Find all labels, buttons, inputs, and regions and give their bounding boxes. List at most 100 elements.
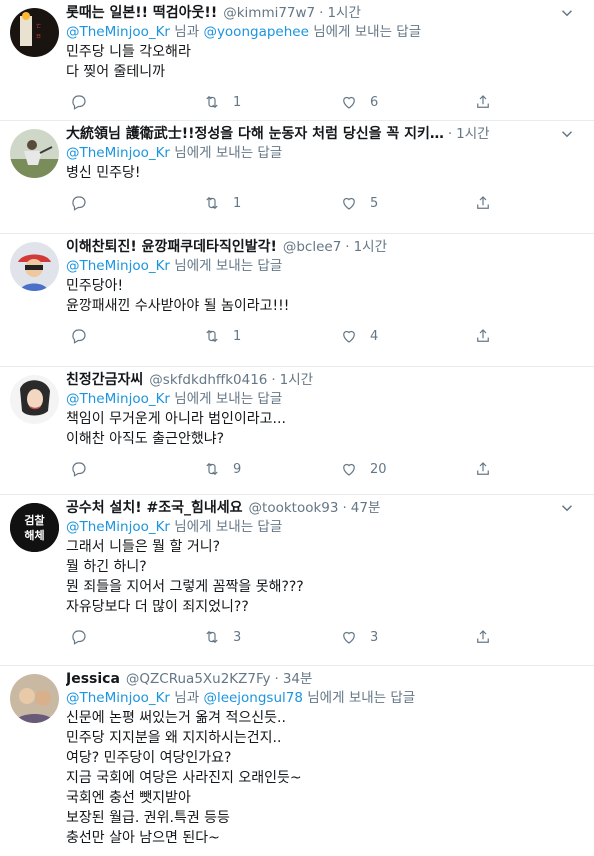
- user-handle[interactable]: @tooktook93: [249, 499, 339, 517]
- share-button[interactable]: [474, 627, 492, 647]
- tweet-line: 신문에 논평 써있는거 옮겨 적으신듯..: [66, 710, 286, 726]
- tweet-text: 그래서 니들은 뭘 할 거니? 뭘 하긴 하니? 뭔 죄들을 지어서 그렇게 꼼…: [66, 537, 582, 617]
- chevron-down-icon[interactable]: [558, 125, 576, 143]
- like-button[interactable]: 5: [340, 193, 378, 213]
- tweet-line: 여당? 민주당이 여당인가요?: [66, 750, 232, 766]
- share-button[interactable]: [474, 326, 492, 346]
- share-icon: [477, 462, 489, 475]
- mention-link[interactable]: @TheMinjoo_Kr: [66, 24, 170, 40]
- reply-suffix: 님에게 보내는 답글: [174, 258, 283, 274]
- retweet-count: 1: [233, 94, 242, 110]
- mention-link[interactable]: @TheMinjoo_Kr: [66, 258, 170, 274]
- heart-icon: [343, 631, 355, 644]
- display-name[interactable]: Jessica: [66, 670, 120, 688]
- share-button[interactable]: [474, 193, 492, 213]
- reply-suffix: 님에게 보내는 답글: [174, 391, 283, 407]
- tweet-item[interactable]: Jessica @QZCRua5Xu2KZ7Fy · 34분 @TheMinjo…: [0, 666, 594, 856]
- retweet-button[interactable]: 1: [203, 326, 241, 346]
- reply-suffix: 님에게 보내는 답글: [174, 519, 283, 535]
- like-button[interactable]: 20: [340, 459, 387, 479]
- separator-dot: ·: [274, 671, 279, 687]
- tweet-header: Jessica @QZCRua5Xu2KZ7Fy · 34분: [66, 666, 556, 688]
- tweet-item[interactable]: 이해찬퇴진! 윤깡패쿠데타직인발각! @bclee7 · 1시간 @TheMin…: [0, 234, 594, 367]
- tweet-line: 보장된 월급. 권위.특권 등등: [66, 810, 230, 826]
- retweet-button[interactable]: 1: [203, 92, 241, 112]
- reply-suffix: 님에게 보내는 답글: [313, 24, 422, 40]
- user-handle[interactable]: @QZCRua5Xu2KZ7Fy: [126, 670, 271, 688]
- retweet-button[interactable]: 3: [203, 627, 241, 647]
- reply-button[interactable]: [70, 459, 100, 479]
- tweet-text: 신문에 논평 써있는거 옮겨 적으신듯.. 민주당 지지분을 왜 지지하시는건지…: [66, 708, 582, 848]
- display-name[interactable]: 친정간금자씨: [66, 371, 143, 389]
- like-button[interactable]: 6: [340, 92, 378, 112]
- mention-link[interactable]: @TheMinjoo_Kr: [66, 391, 170, 407]
- tweet-header: 이해찬퇴진! 윤깡패쿠데타직인발각! @bclee7 · 1시간: [66, 234, 556, 256]
- timestamp[interactable]: 34분: [283, 670, 313, 688]
- tweet-header: 친정간금자씨 @skfdkdhffk0416 · 1시간: [66, 367, 556, 389]
- chevron-down-icon[interactable]: [558, 499, 576, 517]
- timestamp[interactable]: 1시간: [456, 125, 489, 143]
- like-count: 4: [370, 328, 379, 344]
- mention-link[interactable]: @TheMinjoo_Kr: [66, 145, 170, 161]
- reply-context: @TheMinjoo_Kr 님에게 보내는 답글: [66, 517, 582, 537]
- tweet-line: 민주당아!: [66, 278, 124, 294]
- reply-suffix: 님에게 보내는 답글: [307, 690, 416, 706]
- reply-icon: [72, 95, 86, 110]
- tweet-line: 병신 민주당!: [66, 165, 141, 181]
- avatar[interactable]: [10, 242, 59, 291]
- reply-icon: [72, 630, 86, 645]
- reply-context: @TheMinjoo_Kr 님과 @leejongsul78 님에게 보내는 답…: [66, 688, 582, 708]
- tweet-item[interactable]: 친정간금자씨 @skfdkdhffk0416 · 1시간 @TheMinjoo_…: [0, 367, 594, 495]
- tweet-line: 민주당 지지분을 왜 지지하시는건지..: [66, 730, 282, 746]
- timestamp[interactable]: 1시간: [327, 4, 360, 22]
- mention-link[interactable]: @yoongapehee: [203, 24, 308, 40]
- tweet-actions: 1 4: [66, 320, 582, 356]
- reply-button[interactable]: [70, 326, 100, 346]
- retweet-button[interactable]: 1: [203, 193, 241, 213]
- tweet-feed: 亡日 롯때는 일본!! 떡검아웃!! @kimmi77w7 · 1시간 @The…: [0, 0, 594, 856]
- like-count: 5: [370, 195, 379, 211]
- avatar[interactable]: 亡日: [10, 8, 59, 57]
- avatar[interactable]: [10, 674, 59, 723]
- retweet-icon: [206, 462, 218, 476]
- tweet-line: 뭘 하긴 하니?: [66, 559, 147, 575]
- tweet-actions: 1 6: [66, 86, 582, 122]
- timestamp[interactable]: 1시간: [280, 371, 313, 389]
- reply-button[interactable]: [70, 193, 100, 213]
- retweet-button[interactable]: 9: [203, 459, 241, 479]
- display-name[interactable]: 이해찬퇴진! 윤깡패쿠데타직인발각!: [66, 238, 277, 256]
- like-count: 20: [370, 461, 387, 477]
- mention-link[interactable]: @TheMinjoo_Kr: [66, 519, 170, 535]
- like-button[interactable]: 3: [340, 627, 378, 647]
- tweet-item[interactable]: 검찰 해체 공수처 설치! #조국_힘내세요 @tooktook93 · 47분…: [0, 495, 594, 666]
- share-icon: [477, 329, 489, 342]
- reply-button[interactable]: [70, 627, 100, 647]
- avatar[interactable]: [10, 129, 59, 178]
- tweet-line: 국회엔 충선 뺏지받아: [66, 790, 191, 806]
- timestamp[interactable]: 47분: [351, 499, 381, 517]
- reply-button[interactable]: [70, 92, 100, 112]
- tweet-item[interactable]: 大統領님 護衛武士!!정성을 다해 눈동자 처럼 당신을 꼭 지키… · 1시간…: [0, 121, 594, 234]
- chevron-down-icon[interactable]: [558, 4, 576, 22]
- display-name[interactable]: 공수처 설치! #조국_힘내세요: [66, 499, 243, 517]
- avatar[interactable]: [10, 375, 59, 424]
- share-button[interactable]: [474, 92, 492, 112]
- share-button[interactable]: [474, 459, 492, 479]
- user-handle[interactable]: @skfdkdhffk0416: [149, 371, 267, 389]
- tweet-header: 大統領님 護衛武士!!정성을 다해 눈동자 처럼 당신을 꼭 지키… · 1시간: [66, 121, 556, 143]
- reply-context: @TheMinjoo_Kr 님에게 보내는 답글: [66, 389, 582, 409]
- user-handle[interactable]: @kimmi77w7: [223, 4, 315, 22]
- like-count: 3: [370, 629, 379, 645]
- display-name[interactable]: 롯때는 일본!! 떡검아웃!!: [66, 4, 217, 22]
- timestamp[interactable]: 1시간: [354, 238, 387, 256]
- avatar[interactable]: 검찰 해체: [10, 503, 59, 552]
- retweet-icon: [206, 329, 218, 343]
- like-button[interactable]: 4: [340, 326, 378, 346]
- retweet-icon: [206, 196, 218, 210]
- mention-link[interactable]: @TheMinjoo_Kr: [66, 690, 170, 706]
- tweet-item[interactable]: 亡日 롯때는 일본!! 떡검아웃!! @kimmi77w7 · 1시간 @The…: [0, 0, 594, 121]
- user-handle[interactable]: @bclee7: [283, 238, 341, 256]
- display-name[interactable]: 大統領님 護衛武士!!정성을 다해 눈동자 처럼 당신을 꼭 지키…: [66, 125, 444, 143]
- tweet-header: 공수처 설치! #조국_힘내세요 @tooktook93 · 47분: [66, 495, 556, 517]
- mention-link[interactable]: @leejongsul78: [203, 690, 303, 706]
